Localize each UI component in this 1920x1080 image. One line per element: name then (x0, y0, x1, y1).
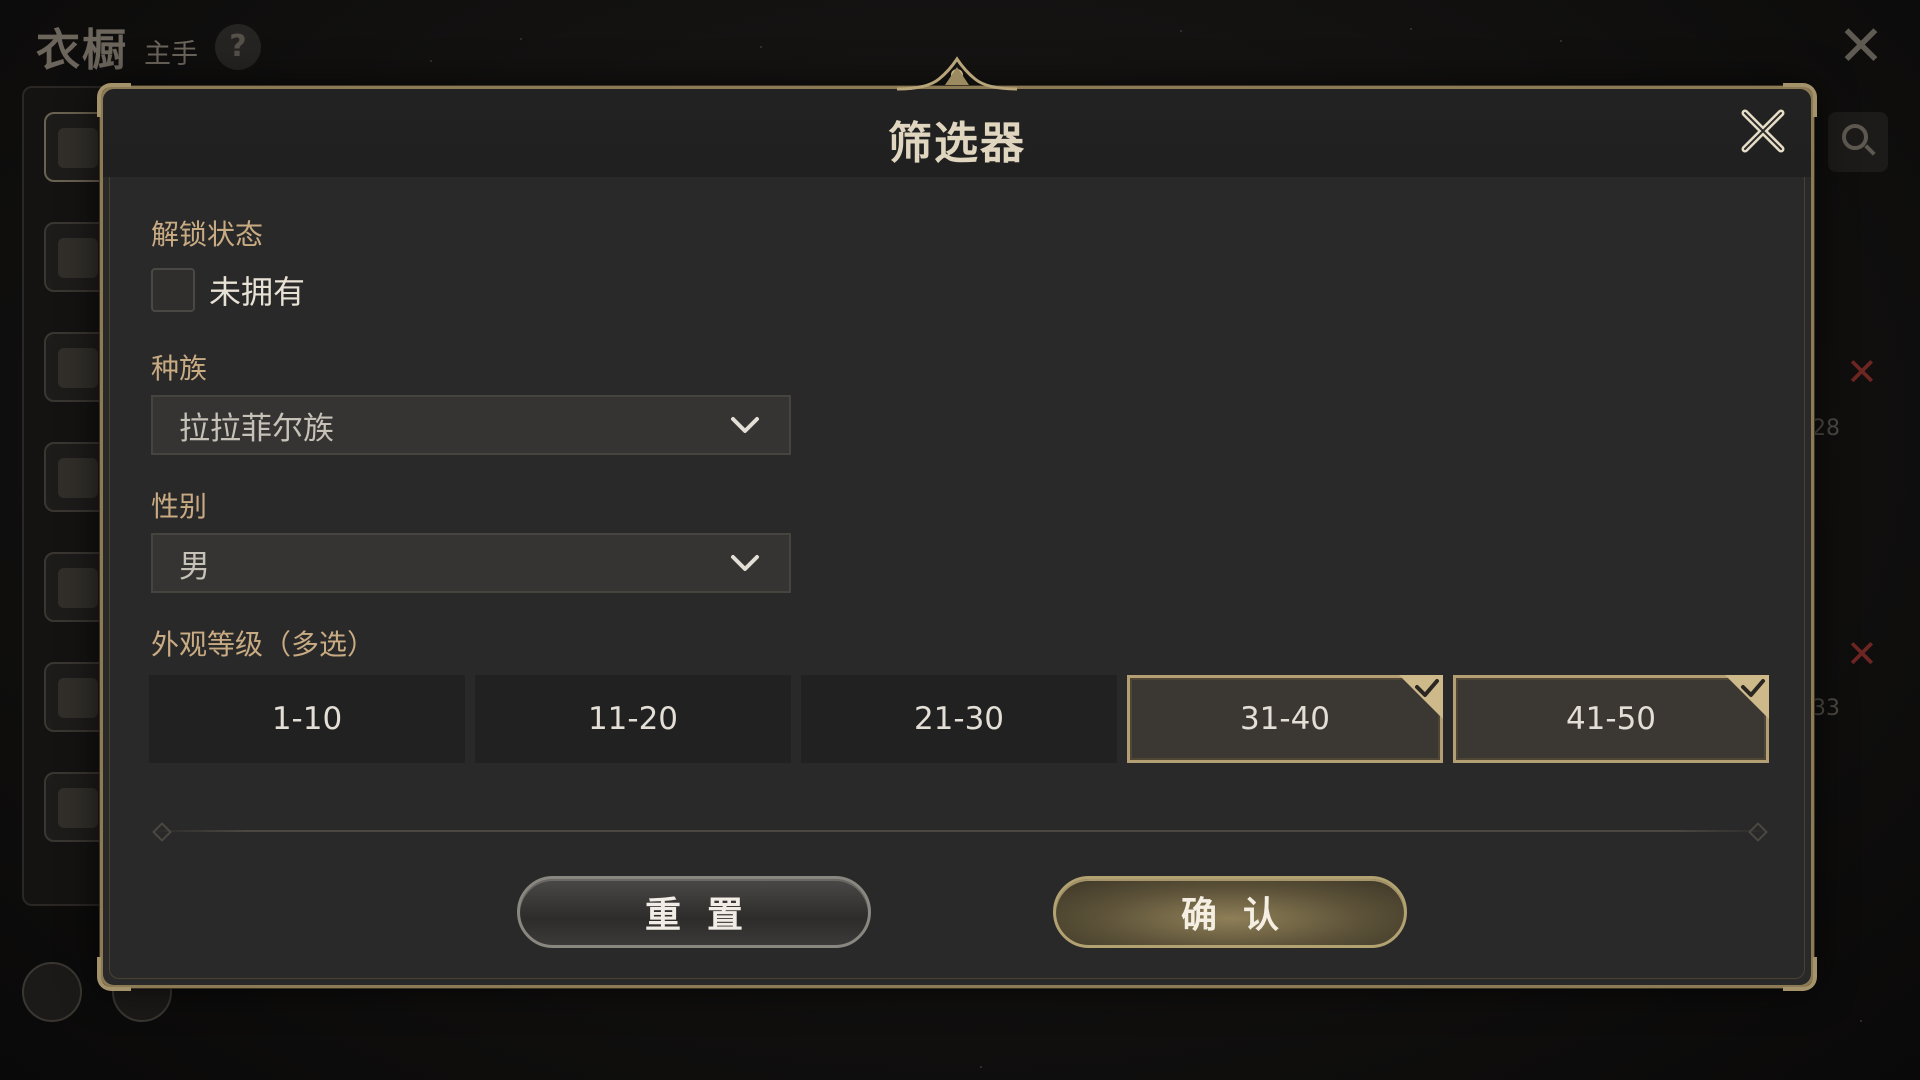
wardrobe-title: 衣橱 (36, 25, 128, 76)
grade-option-label: 21-30 (913, 701, 1005, 737)
section-divider (149, 830, 1771, 832)
remove-icon[interactable]: ✕ (1846, 350, 1878, 394)
gloves-icon (58, 568, 98, 608)
background-star (430, 60, 432, 62)
close-icon[interactable] (1735, 103, 1791, 159)
dialog-title: 筛选器 (888, 118, 1026, 169)
background-star (1560, 40, 1562, 42)
not-owned-option[interactable]: 未拥有 (151, 267, 305, 313)
not-owned-label: 未拥有 (209, 273, 306, 311)
shield-icon (58, 238, 98, 278)
background-star (1180, 30, 1182, 32)
unlock-status-label: 解锁状态 (151, 218, 264, 251)
armor-icon (58, 458, 98, 498)
search-button[interactable] (1828, 112, 1888, 172)
grade-option-1-10[interactable]: 1-10 (149, 675, 465, 763)
frame-corner-ornament (97, 957, 131, 991)
sword-icon (58, 128, 98, 168)
check-icon (1725, 675, 1769, 719)
help-icon[interactable]: ? (215, 24, 261, 70)
wardrobe-subtitle: 主手 (144, 39, 198, 70)
appearance-grade-label: 外观等级（多选） (151, 628, 376, 661)
background-star (980, 1066, 982, 1068)
background-star (520, 38, 522, 40)
grade-option-11-20[interactable]: 11-20 (475, 675, 791, 763)
gender-selected-value: 男 (179, 548, 210, 585)
screen: 衣橱 主手 ? ✕ ✕ ✕ 28 33 筛选器 解锁状态 未拥有 种族 拉拉菲尔… (0, 0, 1920, 1080)
grade-option-21-30[interactable]: 21-30 (801, 675, 1117, 763)
reset-button[interactable]: 重置 (517, 876, 871, 948)
grade-option-41-50[interactable]: 41-50 (1453, 675, 1769, 763)
remove-icon[interactable]: ✕ (1846, 632, 1878, 676)
confirm-button[interactable]: 确认 (1053, 876, 1407, 948)
gender-dropdown[interactable]: 男 (151, 533, 791, 593)
item-count: 33 (1812, 696, 1840, 721)
wardrobe-storage-button[interactable] (22, 962, 82, 1022)
background-star (1410, 28, 1412, 30)
crest-ornament-icon (897, 56, 1017, 91)
race-selected-value: 拉拉菲尔族 (179, 410, 334, 447)
grade-option-label: 41-50 (1565, 701, 1657, 737)
helmet-icon (58, 348, 98, 388)
appearance-grade-options: 1-10 11-20 21-30 31-40 41-50 (149, 675, 1769, 763)
grade-option-31-40[interactable]: 31-40 (1127, 675, 1443, 763)
race-dropdown[interactable]: 拉拉菲尔族 (151, 395, 791, 455)
background-star (760, 46, 762, 48)
chevron-down-icon (731, 417, 759, 433)
frame-corner-ornament (1783, 957, 1817, 991)
race-label: 种族 (151, 352, 208, 385)
background-star (1860, 1020, 1862, 1022)
grade-option-label: 31-40 (1239, 701, 1331, 737)
not-owned-checkbox[interactable] (151, 268, 195, 312)
filter-dialog: 筛选器 解锁状态 未拥有 种族 拉拉菲尔族 性别 男 外观等级（多选） 1-10… (97, 56, 1817, 991)
grade-option-label: 11-20 (587, 701, 679, 737)
grade-option-label: 1-10 (271, 701, 343, 737)
item-count: 28 (1812, 416, 1840, 441)
check-icon (1399, 675, 1443, 719)
wardrobe-close-icon[interactable]: ✕ (1834, 19, 1888, 75)
pants-icon (58, 678, 98, 718)
chevron-down-icon (731, 555, 759, 571)
boots-icon (58, 788, 98, 828)
gender-label: 性别 (151, 490, 208, 523)
